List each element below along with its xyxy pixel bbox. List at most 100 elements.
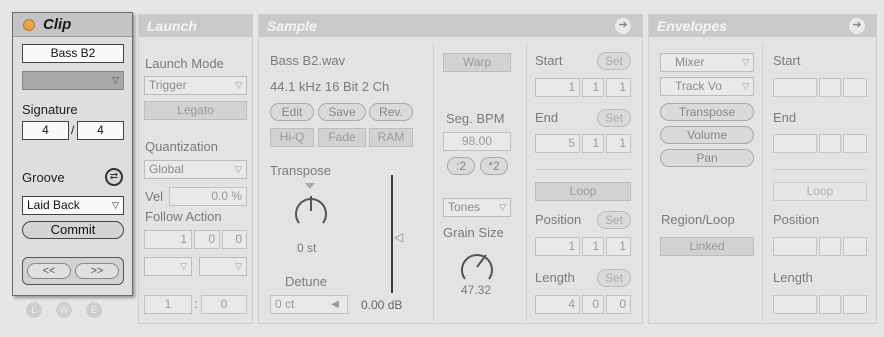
start-beats[interactable]: 1 [582,78,604,97]
clip-color-dropdown[interactable]: ▽ [22,71,124,90]
follow-time-beats[interactable]: 0 [194,230,220,249]
sample-start-label: Start [535,53,563,68]
envelope-start-beats[interactable] [819,78,841,97]
start-sixteenths[interactable]: 1 [606,78,631,97]
length-beats[interactable]: 0 [582,295,604,314]
sample-start-set-button[interactable]: Set [597,52,631,70]
chevron-down-icon: ▽ [112,200,119,210]
end-beats[interactable]: 1 [582,134,604,153]
quantization-dropdown[interactable]: Global ▽ [144,160,247,179]
end-sixteenths[interactable]: 1 [606,134,631,153]
nudge-forward-button[interactable]: >> [75,263,119,279]
envelopes-expand-icon[interactable]: ➔ [849,18,865,34]
nudge-back-button[interactable]: << [27,263,71,279]
sample-loop-button[interactable]: Loop [535,182,631,201]
clip-panel: Clip Bass B2 ▽ Signature 4 / 4 Groove ⇄ … [12,12,133,296]
sample-box-toggle[interactable]: W [56,302,72,318]
follow-chance-b[interactable]: 0 [201,295,247,314]
reverse-button[interactable]: Rev. [369,103,413,121]
length-sixteenths[interactable]: 0 [606,295,631,314]
envelope-transpose-button[interactable]: Transpose [660,103,754,121]
save-button[interactable]: Save [318,103,366,121]
follow-time-bars[interactable]: 1 [144,230,192,249]
envelope-length-sixteenths[interactable] [843,295,867,314]
envelope-length-bars[interactable] [773,295,817,314]
envelope-end-sixteenths[interactable] [843,134,867,153]
envelope-loop-button[interactable]: Loop [773,182,867,201]
commit-button[interactable]: Commit [22,221,124,239]
envelope-start-label: Start [773,53,801,68]
warp-mode-dropdown[interactable]: Tones ▽ [443,198,511,217]
detune-field[interactable]: 0 ct ◀ [270,295,348,314]
chevron-down-icon: ▽ [499,202,506,212]
envelope-device-dropdown[interactable]: Mixer ▽ [660,53,754,72]
position-sixteenths[interactable]: 1 [606,237,631,256]
launch-mode-dropdown[interactable]: Trigger ▽ [144,76,247,95]
fade-button[interactable]: Fade [318,128,366,147]
sample-length-set-button[interactable]: Set [597,269,631,287]
follow-action-a-dropdown[interactable]: ▽ [144,257,192,276]
sample-end-set-button[interactable]: Set [597,109,631,127]
ram-button[interactable]: RAM [369,128,413,147]
signature-denominator[interactable]: 4 [77,121,124,140]
clip-title: Clip [43,16,72,33]
signature-numerator[interactable]: 4 [22,121,69,140]
envelope-position-sixteenths[interactable] [843,237,867,256]
sample-expand-icon[interactable]: ➔ [615,18,631,34]
chevron-down-icon: ▽ [742,81,749,91]
warp-button[interactable]: Warp [443,53,511,72]
legato-button[interactable]: Legato [144,101,247,120]
sample-title: Sample [267,18,317,34]
edit-button[interactable]: Edit [270,103,314,121]
double-tempo-button[interactable]: *2 [480,157,508,175]
sample-divider-1 [433,43,434,321]
envelope-start-bars[interactable] [773,78,817,97]
sample-position-label: Position [535,212,582,227]
start-bars[interactable]: 1 [535,78,580,97]
linked-button[interactable]: Linked [660,237,754,256]
sample-panel: Sample ➔ Bass B2.wav 44.1 kHz 16 Bit 2 C… [258,14,643,324]
position-beats[interactable]: 1 [582,237,604,256]
gain-slider-handle-icon[interactable]: ◁ [394,230,403,244]
position-bars[interactable]: 1 [535,237,580,256]
detune-label: Detune [285,274,327,289]
follow-chance-a[interactable]: 1 [144,295,192,314]
transpose-value: 0 st [297,241,317,255]
follow-action-b-dropdown[interactable]: ▽ [199,257,247,276]
transpose-label: Transpose [270,163,331,178]
envelopes-header: Envelopes [649,15,876,37]
velocity-field[interactable]: 0.0 % [169,187,247,206]
envelope-end-bars[interactable] [773,134,817,153]
groove-dropdown[interactable]: Laid Back ▽ [22,196,124,215]
follow-chance-separator: : [194,296,198,311]
envelope-start-sixteenths[interactable] [843,78,867,97]
gain-slider-track[interactable] [391,175,393,293]
envelope-length-beats[interactable] [819,295,841,314]
sample-header: Sample [259,15,642,37]
half-tempo-button[interactable]: :2 [447,157,475,175]
envelope-position-beats[interactable] [819,237,841,256]
envelope-pan-button[interactable]: Pan [660,149,754,167]
clip-name-field[interactable]: Bass B2 [22,44,124,63]
length-bars[interactable]: 4 [535,295,580,314]
end-bars[interactable]: 5 [535,134,580,153]
seg-bpm-field[interactable]: 98.00 [443,132,511,151]
grain-size-value: 47.32 [461,283,492,297]
envelope-end-beats[interactable] [819,134,841,153]
envelope-box-toggle[interactable]: E [86,302,102,318]
sample-position-set-button[interactable]: Set [597,211,631,229]
envelope-control-dropdown[interactable]: Track Vo ▽ [660,77,754,96]
envelope-volume-button[interactable]: Volume [660,126,754,144]
transpose-knob[interactable] [291,191,331,231]
groove-hot-swap-icon[interactable]: ⇄ [105,168,123,186]
gain-value: 0.00 dB [361,298,403,312]
follow-time-sixteenths[interactable]: 0 [222,230,247,249]
grain-size-knob[interactable] [457,247,497,287]
envelope-position-bars[interactable] [773,237,817,256]
launch-box-toggle[interactable]: L [26,302,42,318]
hiq-button[interactable]: Hi-Q [270,128,314,147]
envelopes-panel: Envelopes ➔ Mixer ▽ Track Vo ▽ Transpose V… [648,14,877,324]
envelope-position-label: Position [773,212,820,227]
seg-bpm-label: Seg. BPM [446,111,505,126]
clip-toggle-icon[interactable] [23,19,35,31]
